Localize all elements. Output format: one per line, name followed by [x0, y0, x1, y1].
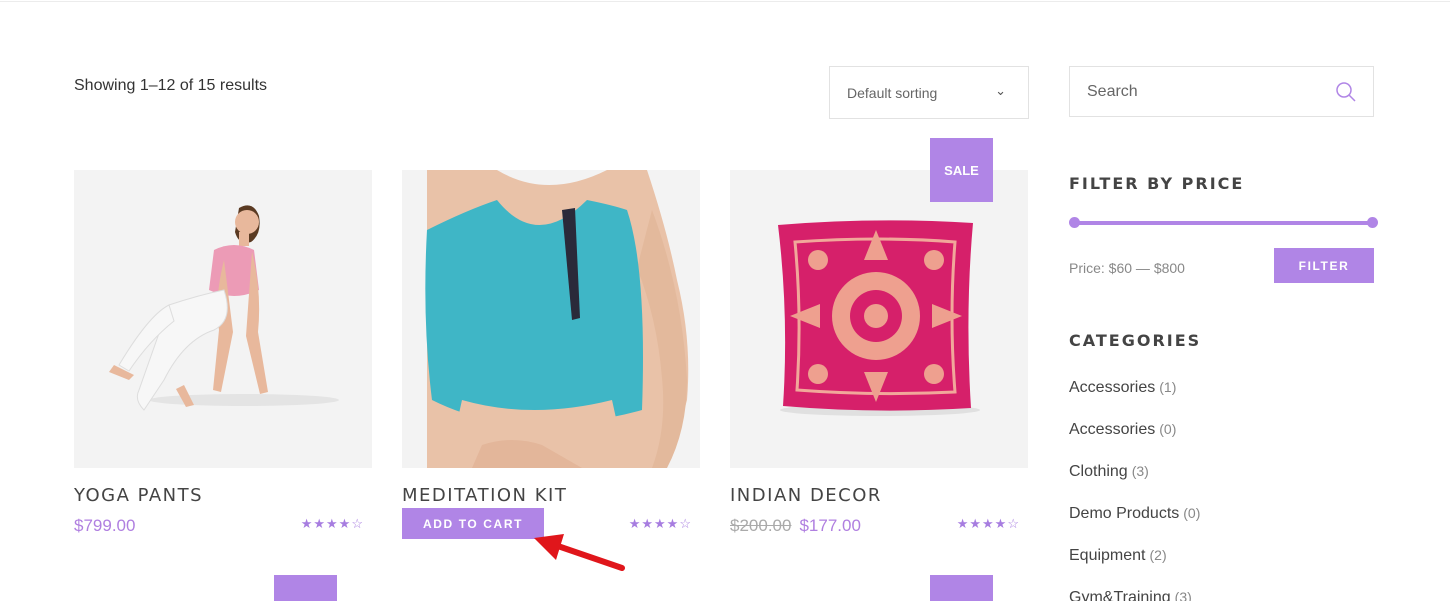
- product-image[interactable]: [730, 170, 1028, 468]
- product-card[interactable]: YOGA PANTS $799.00 ★★★★☆: [74, 170, 372, 535]
- product-card[interactable]: INDIAN DECOR $200.00 $177.00 ★★★★☆: [730, 170, 1028, 535]
- filter-by-price-heading: FILTER BY PRICE: [1069, 174, 1245, 193]
- category-item[interactable]: Accessories (1): [1069, 379, 1200, 421]
- product-image[interactable]: [402, 170, 700, 468]
- price-range-label: Price: $60 — $800: [1069, 260, 1185, 276]
- original-price: $200.00: [730, 516, 792, 535]
- product-price: $200.00 $177.00: [730, 516, 861, 536]
- category-count: (1): [1159, 379, 1177, 395]
- filter-button[interactable]: FILTER: [1274, 248, 1374, 283]
- min-price-handle[interactable]: [1069, 217, 1080, 228]
- category-name[interactable]: Equipment: [1069, 547, 1146, 564]
- sale-price: $177.00: [799, 516, 861, 535]
- star-rating: ★★★★☆: [956, 516, 1020, 531]
- category-name[interactable]: Demo Products: [1069, 505, 1179, 522]
- category-count: (3): [1131, 463, 1149, 479]
- category-count: (0): [1159, 421, 1177, 437]
- product-price: $799.00: [74, 516, 135, 536]
- sale-badge: SALE: [930, 138, 993, 202]
- category-item[interactable]: Equipment (2): [1069, 547, 1200, 589]
- sorting-selected-label: Default sorting: [847, 84, 938, 101]
- sale-badge-partial: [930, 575, 993, 601]
- price-value: $799.00: [74, 516, 136, 535]
- category-name[interactable]: Accessories: [1069, 379, 1155, 396]
- category-name[interactable]: Accessories: [1069, 421, 1155, 438]
- categories-heading: CATEGORIES: [1069, 331, 1202, 350]
- add-to-cart-button[interactable]: ADD TO CART: [402, 508, 544, 539]
- cushion-image: [730, 170, 1028, 468]
- category-count: (3): [1174, 589, 1192, 601]
- star-rating: ★★★★☆: [628, 516, 692, 531]
- product-title[interactable]: YOGA PANTS: [74, 485, 203, 506]
- result-count: Showing 1–12 of 15 results: [74, 77, 268, 94]
- search-icon[interactable]: [1335, 81, 1357, 103]
- chevron-down-icon: ⌄: [995, 83, 1006, 98]
- sale-badge-partial: [274, 575, 337, 601]
- category-item[interactable]: Clothing (3): [1069, 463, 1200, 505]
- search-input[interactable]: [1070, 67, 1320, 116]
- category-list: Accessories (1) Accessories (0) Clothing (3…: [1069, 379, 1200, 601]
- category-name[interactable]: Clothing: [1069, 463, 1128, 480]
- product-title[interactable]: INDIAN DECOR: [730, 485, 882, 506]
- category-item[interactable]: Accessories (0): [1069, 421, 1200, 463]
- product-title[interactable]: MEDITATION KIT: [402, 485, 567, 506]
- sorting-select[interactable]: Default sorting ⌄: [829, 66, 1029, 119]
- top-divider: [0, 0, 1450, 2]
- category-item[interactable]: Gym&Training (3): [1069, 589, 1200, 601]
- star-rating: ★★★★☆: [300, 516, 364, 531]
- category-count: (0): [1183, 505, 1201, 521]
- product-image[interactable]: [74, 170, 372, 468]
- price-range-track: [1074, 221, 1373, 225]
- yoga-woman-image: [74, 170, 372, 468]
- category-name[interactable]: Gym&Training: [1069, 589, 1171, 601]
- max-price-handle[interactable]: [1367, 217, 1378, 228]
- red-arrow-annotation: [534, 534, 625, 571]
- crop-top-image: [402, 170, 700, 468]
- category-count: (2): [1149, 547, 1167, 563]
- product-card[interactable]: MEDITATION KIT ★★★★☆: [402, 170, 700, 531]
- search-box: [1069, 66, 1374, 117]
- price-range-slider[interactable]: [1069, 216, 1378, 230]
- category-item[interactable]: Demo Products (0): [1069, 505, 1200, 547]
